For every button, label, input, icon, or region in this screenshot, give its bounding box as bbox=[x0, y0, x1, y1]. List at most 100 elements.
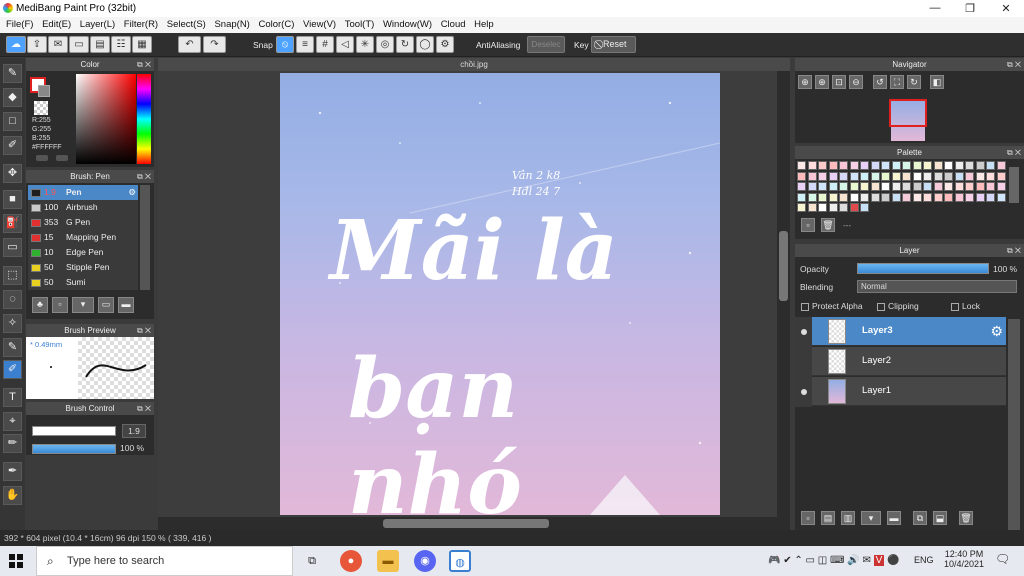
brush-list-scrollbar[interactable] bbox=[140, 185, 150, 290]
protect-alpha-option[interactable]: Protect Alpha bbox=[801, 301, 863, 311]
add-palette-color-icon[interactable]: ▫ bbox=[801, 218, 815, 232]
palette-swatch[interactable] bbox=[849, 192, 859, 202]
palette-swatch[interactable] bbox=[923, 171, 932, 181]
palette-swatch[interactable] bbox=[912, 182, 922, 191]
palette-swatch[interactable] bbox=[870, 182, 880, 191]
snap-settings-icon[interactable]: ⚙ bbox=[436, 36, 454, 53]
palette-swatch[interactable] bbox=[849, 182, 859, 191]
palette-swatch[interactable] bbox=[839, 182, 848, 191]
menu-view[interactable]: View(V) bbox=[303, 17, 336, 32]
brush-item-g-pen[interactable]: 353 G Pen bbox=[28, 215, 138, 230]
snap-perspective-icon[interactable]: ◁ bbox=[336, 36, 354, 53]
panel-close-icon[interactable]: ⧉ ✕ bbox=[1007, 244, 1021, 257]
minimize-button[interactable]: — bbox=[925, 2, 945, 14]
redo-icon[interactable]: ↷ bbox=[203, 36, 226, 53]
palette-swatch[interactable] bbox=[965, 182, 974, 191]
navigator-viewport-rect[interactable] bbox=[889, 99, 927, 127]
new-brush-icon[interactable]: ▫ bbox=[52, 297, 68, 313]
language-indicator[interactable]: ENG bbox=[914, 555, 934, 565]
palette-swatch[interactable] bbox=[944, 161, 953, 170]
panel-close-icon[interactable]: ⧉ ✕ bbox=[1007, 58, 1021, 71]
palette-swatch[interactable] bbox=[954, 192, 964, 202]
gear-icon[interactable]: ⚙ bbox=[990, 323, 1003, 340]
brush-item-edge-pen[interactable]: 10 Edge Pen bbox=[28, 245, 138, 260]
palette-swatch[interactable] bbox=[923, 192, 932, 202]
lasso-tool-icon[interactable]: ◌ bbox=[3, 290, 22, 309]
layer-folder-icon[interactable]: ▬ bbox=[887, 511, 901, 525]
palette-swatch[interactable] bbox=[828, 203, 838, 212]
eraser-tool-icon[interactable]: ◆ bbox=[3, 88, 22, 107]
palette-swatch[interactable] bbox=[996, 171, 1006, 181]
panel-close-icon[interactable]: ⧉ ✕ bbox=[137, 402, 151, 415]
menu-window[interactable]: Window(W) bbox=[383, 17, 432, 32]
palette-swatch-grid[interactable] bbox=[797, 161, 1009, 213]
palette-swatch[interactable] bbox=[891, 161, 901, 170]
taskbar-search-box[interactable]: ⌕ Type here to search bbox=[36, 546, 293, 576]
brush-opacity-slider[interactable] bbox=[32, 444, 116, 454]
transparent-color-swatch[interactable] bbox=[34, 101, 48, 115]
palette-swatch[interactable] bbox=[986, 192, 995, 202]
palette-swatch[interactable] bbox=[860, 203, 869, 212]
palette-swatch[interactable] bbox=[797, 182, 806, 191]
delete-palette-color-icon[interactable]: 🗑 bbox=[821, 218, 835, 232]
select-pen-tool-icon[interactable]: ✎ bbox=[3, 338, 22, 357]
fit-icon[interactable]: ⊡ bbox=[832, 75, 846, 89]
palette-swatch[interactable] bbox=[891, 182, 901, 191]
brush-menu-icon[interactable]: ▾ bbox=[72, 297, 94, 313]
palette-swatch[interactable] bbox=[849, 203, 859, 212]
palette-swatch[interactable] bbox=[933, 171, 943, 181]
fullscreen-icon[interactable]: ⛶ bbox=[890, 75, 904, 89]
palette-swatch[interactable] bbox=[828, 161, 838, 170]
layer3-visibility-icon[interactable] bbox=[801, 329, 807, 335]
brush-item-stipple-pen[interactable]: 50 Stipple Pen bbox=[28, 260, 138, 275]
gear-icon[interactable]: ⚙ bbox=[128, 185, 136, 200]
palette-swatch[interactable] bbox=[996, 161, 1006, 170]
palette-swatch[interactable] bbox=[954, 171, 964, 181]
palette-swatch[interactable] bbox=[986, 171, 995, 181]
document-icon[interactable]: ▤ bbox=[90, 36, 110, 53]
canvas-vertical-scrollbar[interactable] bbox=[777, 71, 790, 517]
clipping-checkbox[interactable] bbox=[877, 302, 885, 311]
zoom-in-icon[interactable]: ⊕ bbox=[798, 75, 812, 89]
palette-swatch[interactable] bbox=[797, 203, 806, 212]
medibang-taskbar-icon[interactable]: ◍ bbox=[449, 550, 471, 572]
eyedropper-icon[interactable] bbox=[56, 155, 68, 161]
secondary-color-swatch[interactable] bbox=[38, 85, 50, 97]
palette-swatch[interactable] bbox=[881, 192, 890, 202]
palette-swatch[interactable] bbox=[902, 192, 911, 202]
brush-size-value[interactable]: 1.9 bbox=[122, 424, 146, 438]
palette-swatch[interactable] bbox=[807, 171, 817, 181]
delete-layer-icon[interactable]: 🗑 bbox=[959, 511, 973, 525]
duplicate-layer-icon[interactable]: ⧉ bbox=[913, 511, 927, 525]
fill-shape-tool-icon[interactable]: ■ bbox=[3, 190, 22, 209]
document-tab[interactable]: chồi.jpg bbox=[158, 58, 790, 71]
palette-swatch[interactable] bbox=[902, 161, 911, 170]
clipping-option[interactable]: Clipping bbox=[877, 301, 919, 311]
cloud-icon[interactable]: ☁ bbox=[6, 36, 26, 53]
snap-ellipse-icon[interactable]: ◯ bbox=[416, 36, 434, 53]
windows-start-icon[interactable] bbox=[9, 554, 23, 568]
layer-opacity-slider[interactable] bbox=[857, 263, 989, 274]
palette-swatch[interactable] bbox=[996, 192, 1006, 202]
canvas-area[interactable]: chồi.jpg Vân 2 k8 Hđl 24 7 Mãi là bạn nh… bbox=[158, 58, 790, 530]
palette-swatch[interactable] bbox=[849, 161, 859, 170]
menu-select[interactable]: Select(S) bbox=[167, 17, 206, 32]
merge-layer-icon[interactable]: ⬓ bbox=[933, 511, 947, 525]
brush-settings-icon[interactable]: ▭ bbox=[98, 297, 114, 313]
blur-tool-icon[interactable]: ✐ bbox=[3, 136, 22, 155]
palette-scrollbar[interactable] bbox=[1009, 167, 1019, 203]
palette-swatch[interactable] bbox=[975, 192, 985, 202]
artwork-canvas[interactable]: Vân 2 k8 Hđl 24 7 Mãi là bạn nhó bbox=[280, 73, 720, 515]
list-icon[interactable]: ☷ bbox=[111, 36, 131, 53]
gradient-tool-icon[interactable]: ▭ bbox=[3, 238, 22, 257]
menu-snap[interactable]: Snap(N) bbox=[214, 17, 249, 32]
menu-color[interactable]: Color(C) bbox=[258, 17, 294, 32]
select-tool-icon[interactable]: ⬚ bbox=[3, 266, 22, 285]
lock-checkbox[interactable] bbox=[951, 302, 959, 311]
maximize-button[interactable]: ❐ bbox=[960, 2, 980, 15]
operation-tool-icon[interactable]: ⌖ bbox=[3, 412, 22, 431]
rotate-left-icon[interactable]: ↺ bbox=[873, 75, 887, 89]
palette-swatch[interactable] bbox=[860, 182, 869, 191]
palette-swatch[interactable] bbox=[902, 182, 911, 191]
palette-swatch[interactable] bbox=[807, 192, 817, 202]
